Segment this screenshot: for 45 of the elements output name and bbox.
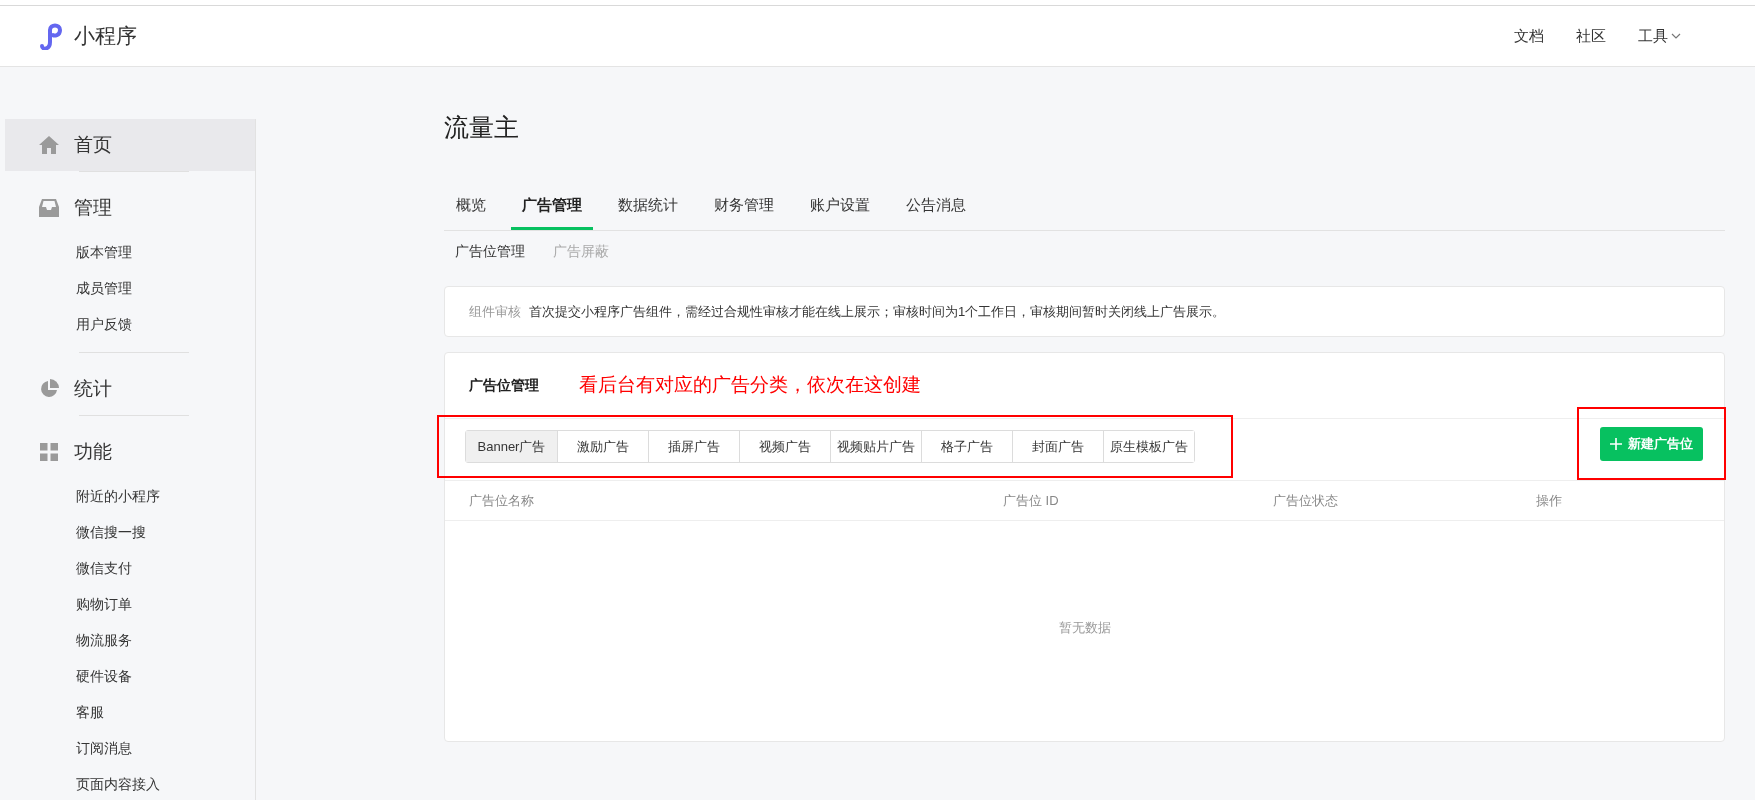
subtab[interactable]: 广告位管理: [455, 241, 525, 262]
pie-chart-icon: [39, 379, 59, 399]
sidebar-subitem[interactable]: 成员管理: [5, 270, 255, 306]
notice-text: 首次提交小程序广告组件，需经过合规性审核才能在线上展示；审核时间为1个工作日，审核期间暂时关闭线上广告展示。: [529, 302, 1226, 321]
sidebar-subitem[interactable]: 附近的小程序: [5, 478, 255, 514]
empty-state-text: 暂无数据: [1058, 619, 1111, 638]
tab[interactable]: 公告消息: [895, 194, 977, 230]
plus-icon: [1610, 437, 1622, 450]
ad-type-tab[interactable]: Banner广告: [466, 431, 557, 462]
caret-icon: [1671, 33, 1681, 39]
annotation-text: 看后台有对应的广告分类，依次在这创建: [579, 373, 921, 398]
column-header: 操作: [1536, 491, 1562, 510]
sidebar-item[interactable]: 管理: [5, 182, 255, 234]
sidebar-subitem[interactable]: 页面内容接入: [5, 766, 255, 800]
ad-type-tab[interactable]: 原生模板广告: [1103, 431, 1194, 462]
tab[interactable]: 账户设置: [799, 194, 881, 230]
column-header: 广告位状态: [1273, 491, 1339, 510]
tab[interactable]: 广告管理: [511, 194, 593, 230]
panel-title: 广告位管理: [469, 376, 539, 395]
sidebar-subitem[interactable]: 硬件设备: [5, 658, 255, 694]
sidebar-subitem[interactable]: 订阅消息: [5, 730, 255, 766]
sidebar-subitem[interactable]: 客服: [5, 694, 255, 730]
grid-icon: [40, 443, 58, 461]
tab[interactable]: 概览: [445, 194, 497, 230]
logo-text: 小程序: [74, 23, 137, 50]
inbox-icon: [39, 199, 59, 217]
sidebar-subitem[interactable]: 微信支付: [5, 550, 255, 586]
sidebar-item[interactable]: 统计: [5, 363, 255, 415]
sidebar-subitem[interactable]: 物流服务: [5, 622, 255, 658]
tab[interactable]: 数据统计: [607, 194, 689, 230]
column-header: 广告位名称: [469, 491, 535, 510]
sidebar-subitem[interactable]: 购物订单: [5, 586, 255, 622]
home-icon: [39, 136, 59, 154]
sidebar-subitem[interactable]: 微信搜一搜: [5, 514, 255, 550]
sidebar-item[interactable]: 首页: [5, 119, 255, 171]
sidebar-item[interactable]: 功能: [5, 426, 255, 478]
nav-link[interactable]: 文档: [1514, 24, 1544, 48]
sidebar-subitem[interactable]: 用户反馈: [5, 306, 255, 342]
notice-label: 组件审核: [469, 302, 521, 321]
nav-link[interactable]: 社区: [1576, 24, 1606, 48]
tab[interactable]: 财务管理: [703, 194, 785, 230]
sidebar-subitem[interactable]: 版本管理: [5, 234, 255, 270]
column-header: 广告位 ID: [1003, 491, 1060, 510]
nav-link[interactable]: 工具: [1638, 24, 1681, 48]
page-title: 流量主: [444, 112, 520, 143]
